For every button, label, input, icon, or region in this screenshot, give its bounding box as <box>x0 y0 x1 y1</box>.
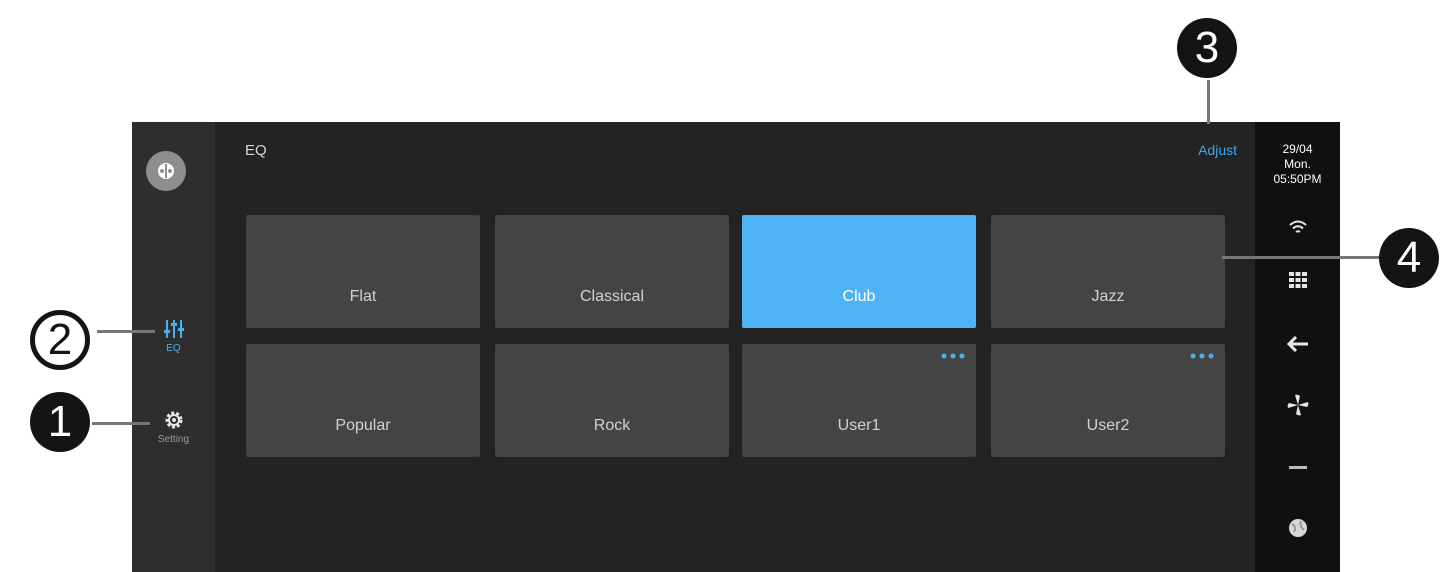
callout-3-leader <box>1207 80 1210 124</box>
callout-4: 4 <box>1379 228 1439 288</box>
callout-2-leader <box>97 330 155 333</box>
callout-2: 2 <box>30 310 90 370</box>
date-text: 29/04 <box>1282 142 1313 156</box>
preset-tile-club[interactable]: Club <box>742 215 976 328</box>
page-title: EQ <box>245 142 267 159</box>
more-options-icon[interactable] <box>940 352 966 360</box>
left-navigation: EQ Setting <box>132 122 215 572</box>
callout-4-leader <box>1222 256 1382 259</box>
more-options-icon[interactable] <box>1189 352 1215 360</box>
preset-label: Flat <box>349 287 377 305</box>
preset-tile-rock[interactable]: Rock <box>495 344 729 457</box>
wifi-icon[interactable] <box>1255 220 1340 236</box>
app-logo[interactable] <box>146 151 186 191</box>
preset-label: Jazz <box>1091 287 1125 305</box>
sidebar-item-label: Setting <box>157 434 190 445</box>
preset-label: Popular <box>335 416 391 434</box>
preset-tile-jazz[interactable]: Jazz <box>991 215 1225 328</box>
head-unit-screen: EQ Setting EQ Adjust Flat Classical Club… <box>132 122 1340 572</box>
day-text: Mon. <box>1284 157 1311 171</box>
back-arrow-icon[interactable] <box>1255 336 1340 352</box>
preset-label: User1 <box>837 416 881 434</box>
preset-tile-flat[interactable]: Flat <box>246 215 480 328</box>
grid-icon[interactable] <box>1255 272 1340 288</box>
eq-main-panel: EQ Adjust Flat Classical Club Jazz Popul… <box>215 122 1255 572</box>
callout-1-leader <box>92 422 150 425</box>
preset-label: User2 <box>1086 416 1130 434</box>
time-text: 05:50PM <box>1273 172 1322 186</box>
preset-label: Rock <box>593 416 631 434</box>
globe-icon[interactable] <box>1255 518 1340 538</box>
callout-1: 1 <box>30 392 90 452</box>
preset-tile-classical[interactable]: Classical <box>495 215 729 328</box>
equalizer-icon <box>163 320 184 338</box>
minus-icon[interactable] <box>1255 466 1340 470</box>
sidebar-item-eq[interactable]: EQ <box>132 319 215 354</box>
adjust-button[interactable]: Adjust <box>1198 142 1237 158</box>
sidebar-item-label: EQ <box>166 343 181 354</box>
logo-icon <box>158 163 174 179</box>
preset-tile-user2[interactable]: User2 <box>991 344 1225 457</box>
sidebar-item-setting[interactable]: Setting <box>132 410 215 445</box>
date-time: 29/04 Mon. 05:50PM <box>1255 142 1340 187</box>
preset-tile-user1[interactable]: User1 <box>742 344 976 457</box>
preset-label: Club <box>842 287 876 305</box>
preset-label: Classical <box>579 287 644 305</box>
gear-icon <box>165 411 182 429</box>
status-bar: 29/04 Mon. 05:50PM <box>1255 122 1340 572</box>
fan-icon[interactable] <box>1255 394 1340 416</box>
preset-tile-popular[interactable]: Popular <box>246 344 480 457</box>
callout-3: 3 <box>1177 18 1237 78</box>
